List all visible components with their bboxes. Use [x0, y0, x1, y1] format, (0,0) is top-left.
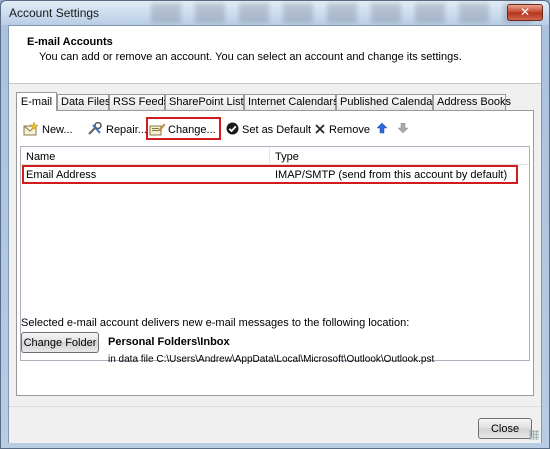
column-header-type[interactable]: Type — [275, 151, 299, 163]
dialog-footer — [9, 406, 541, 443]
tab-email[interactable]: E-mail — [16, 92, 57, 111]
delivery-folder: Personal Folders\Inbox — [108, 336, 230, 348]
remove-x-icon — [314, 123, 326, 138]
dialog-header: E-mail Accounts You can add or remove an… — [9, 26, 541, 84]
header-title: E-mail Accounts — [27, 36, 113, 48]
account-row-highlight-box — [22, 165, 518, 184]
header-description: You can add or remove an account. You ca… — [39, 51, 462, 63]
change-highlight-box — [146, 117, 221, 140]
window-title: Account Settings — [9, 6, 100, 20]
delivery-data-file-path: in data file C:\Users\Andrew\AppData\Loc… — [108, 354, 435, 365]
repair-account-label: Repair... — [106, 124, 147, 136]
new-account-button[interactable]: New... — [23, 120, 73, 140]
set-default-label: Set as Default — [242, 124, 312, 136]
repair-account-button[interactable]: Repair... — [87, 120, 147, 140]
tab-internet-calendars[interactable]: Internet Calendars — [244, 94, 339, 110]
title-bar[interactable]: Account Settings ✕ — [1, 1, 549, 25]
remove-account-label: Remove — [329, 124, 370, 136]
new-account-label: New... — [42, 124, 73, 136]
arrow-up-icon — [376, 122, 388, 137]
checkmark-icon — [226, 122, 239, 138]
column-separator[interactable] — [269, 147, 270, 165]
tab-data-files[interactable]: Data Files — [57, 94, 111, 110]
accounts-list-header: Name Type — [21, 147, 529, 165]
column-header-name[interactable]: Name — [26, 151, 55, 163]
tab-published-calendars[interactable]: Published Calendars — [336, 94, 442, 110]
arrow-down-icon — [397, 122, 409, 137]
delivery-description: Selected e-mail account delivers new e-m… — [21, 317, 410, 329]
accounts-toolbar: New... Repair... Change... Set as Defaul… — [17, 111, 533, 141]
repair-icon — [87, 121, 103, 139]
dialog-client-area: E-mail Accounts You can add or remove an… — [8, 25, 542, 443]
tab-sharepoint-lists[interactable]: SharePoint Lists — [165, 94, 249, 110]
tab-rss-feeds[interactable]: RSS Feeds — [109, 94, 169, 110]
change-folder-button[interactable]: Change Folder — [21, 332, 99, 353]
account-settings-window: Account Settings ✕ E-mail Accounts You c… — [0, 0, 550, 449]
set-default-button[interactable]: Set as Default — [226, 120, 311, 140]
new-mail-icon — [23, 120, 39, 139]
remove-account-button[interactable]: Remove — [314, 120, 370, 140]
resize-grip[interactable] — [529, 430, 539, 440]
tab-address-books[interactable]: Address Books — [433, 94, 511, 110]
move-up-button[interactable] — [376, 120, 390, 140]
move-down-button[interactable] — [397, 120, 411, 140]
background-ghost — [151, 3, 531, 23]
window-close-button[interactable]: ✕ — [507, 4, 543, 21]
close-button[interactable]: Close — [478, 418, 532, 439]
